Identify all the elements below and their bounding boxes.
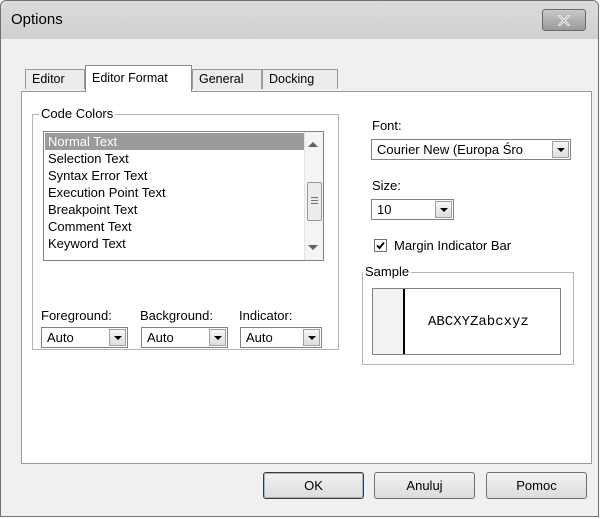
list-item[interactable]: Selection Text — [45, 150, 306, 167]
list-scrollbar[interactable] — [304, 132, 323, 260]
list-item[interactable]: Comment Text — [45, 218, 306, 235]
tab-label: Editor — [32, 72, 65, 86]
size-value: 10 — [377, 202, 392, 217]
sample-margin-bar — [373, 289, 405, 354]
code-colors-group: Code Colors Normal Text Selection Text S… — [32, 106, 339, 350]
foreground-label: Foreground: — [41, 308, 112, 323]
foreground-value: Auto — [47, 330, 74, 345]
indicator-dropdown-button[interactable] — [303, 329, 320, 346]
scroll-down-icon[interactable] — [308, 245, 318, 250]
cancel-button[interactable]: Anuluj — [374, 472, 475, 499]
editor-format-panel: Code Colors Normal Text Selection Text S… — [21, 91, 592, 464]
grip-line — [311, 200, 318, 201]
indicator-label: Indicator: — [239, 308, 293, 323]
tab-general[interactable]: General — [192, 69, 262, 89]
window-title: Options — [11, 11, 63, 28]
list-item[interactable]: Breakpoint Text — [45, 201, 306, 218]
background-dropdown-button[interactable] — [209, 329, 226, 346]
grip-line — [311, 197, 318, 198]
close-button[interactable] — [542, 9, 586, 31]
dialog-client-area: Editor Editor Format General Docking Cod… — [9, 39, 592, 510]
close-icon — [558, 14, 570, 26]
background-select[interactable]: Auto — [141, 327, 228, 348]
list-item[interactable]: Keyword Text — [45, 235, 306, 252]
chevron-down-icon — [440, 208, 448, 212]
help-button[interactable]: Pomoc — [486, 472, 587, 499]
font-select[interactable]: Courier New (Europa Śro — [371, 139, 571, 160]
chevron-down-icon — [308, 336, 316, 340]
chevron-down-icon — [114, 336, 122, 340]
size-select[interactable]: 10 — [371, 199, 454, 220]
foreground-dropdown-button[interactable] — [109, 329, 126, 346]
indicator-select[interactable]: Auto — [240, 327, 322, 348]
title-bar[interactable]: Options — [1, 1, 598, 39]
font-label: Font: — [372, 118, 402, 133]
foreground-select[interactable]: Auto — [41, 327, 128, 348]
margin-indicator-checkbox[interactable] — [374, 239, 387, 252]
list-item[interactable]: Syntax Error Text — [45, 167, 306, 184]
sample-group: Sample ABCXYZabcxyz — [362, 264, 574, 365]
font-dropdown-button[interactable] — [552, 141, 569, 158]
tab-docking[interactable]: Docking — [262, 69, 338, 89]
list-item[interactable]: Execution Point Text — [45, 184, 306, 201]
tab-label: Editor Format — [92, 71, 168, 85]
code-colors-list[interactable]: Normal Text Selection Text Syntax Error … — [43, 131, 324, 261]
tab-editor-format[interactable]: Editor Format — [85, 65, 192, 92]
sample-label: Sample — [363, 264, 412, 279]
size-label: Size: — [372, 178, 401, 193]
grip-line — [311, 203, 318, 204]
sample-preview: ABCXYZabcxyz — [372, 288, 561, 355]
size-dropdown-button[interactable] — [435, 201, 452, 218]
list-item[interactable]: Normal Text — [45, 133, 306, 150]
options-dialog: Options Editor Editor Format General Doc… — [0, 0, 599, 517]
scroll-thumb[interactable] — [307, 182, 322, 221]
scroll-up-icon[interactable] — [308, 142, 318, 147]
ok-button[interactable]: OK — [263, 472, 364, 499]
indicator-value: Auto — [246, 330, 273, 345]
code-colors-label: Code Colors — [39, 106, 116, 121]
margin-indicator-label: Margin Indicator Bar — [394, 238, 512, 253]
font-value: Courier New (Europa Śro — [377, 142, 523, 157]
tab-label: General — [199, 72, 244, 86]
tab-label: Docking — [269, 72, 315, 86]
check-icon — [376, 241, 385, 250]
background-value: Auto — [147, 330, 174, 345]
chevron-down-icon — [557, 148, 565, 152]
tab-editor[interactable]: Editor — [25, 69, 85, 89]
background-label: Background: — [140, 308, 213, 323]
sample-text: ABCXYZabcxyz — [428, 314, 529, 330]
chevron-down-icon — [214, 336, 222, 340]
